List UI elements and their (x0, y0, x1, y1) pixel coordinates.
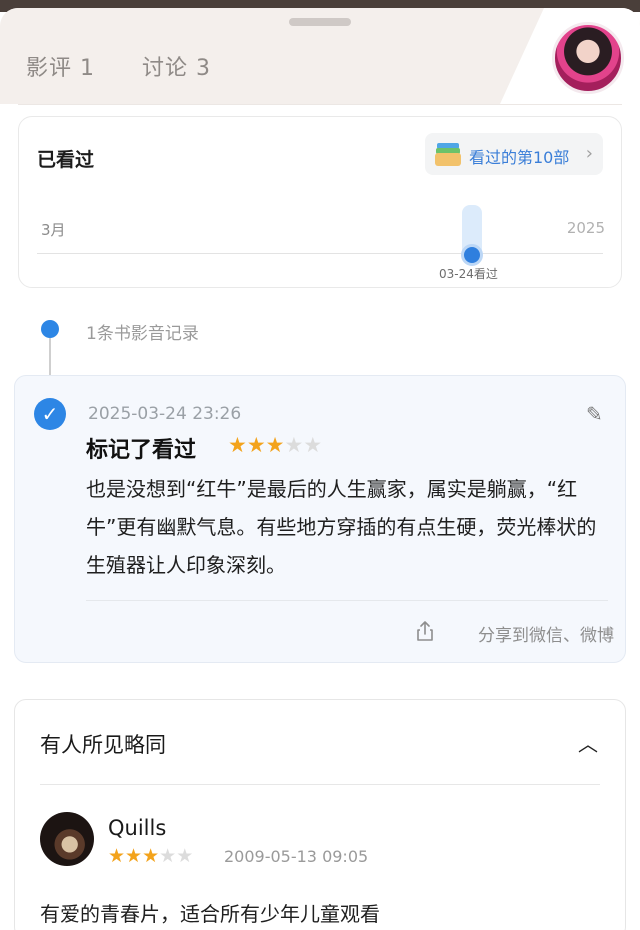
timeline-end-label: 2025 (566, 219, 605, 237)
sheet-drag-handle[interactable] (289, 18, 351, 26)
user-avatar[interactable] (552, 22, 624, 94)
timeline-marker-dot[interactable] (461, 244, 483, 266)
share-button[interactable]: 分享到微信、微博 (478, 621, 614, 646)
review-time: 2009-05-13 09:05 (224, 847, 369, 866)
star-filled-icon: ★ (246, 433, 266, 457)
review-comment: 有爱的青春片，适合所有少年儿童观看 (40, 902, 380, 926)
watched-card: 已看过 看过的第10部 › 3月 2025 03-24看过 (18, 116, 622, 288)
star-empty-icon: ★ (159, 845, 177, 867)
tab-reviews[interactable]: 影评 1 (26, 50, 95, 82)
record-timestamp: 2025-03-24 23:26 (88, 404, 242, 424)
tab-discussions[interactable]: 讨论 3 (142, 50, 211, 82)
timeline-marker-label: 03-24看过 (439, 267, 498, 281)
share-icon[interactable] (415, 620, 435, 642)
timeline-axis (37, 253, 603, 254)
watched-count-badge[interactable]: 看过的第10部 › (425, 133, 603, 175)
divider (18, 104, 622, 105)
check-icon: ✓ (34, 398, 66, 430)
record-count-label: 1条书影音记录 (86, 324, 199, 344)
timeline-dot (41, 320, 59, 338)
star-empty-icon: ★ (284, 433, 304, 457)
timeline-start-label: 3月 (41, 221, 66, 239)
divider (86, 600, 608, 601)
watched-count-label: 看过的第10部 (469, 148, 570, 167)
chevron-right-icon: › (585, 143, 593, 164)
chevron-up-icon[interactable]: ︿ (578, 728, 598, 757)
record-rating: ★★★★★ (228, 433, 322, 457)
star-empty-icon: ★ (303, 433, 323, 457)
star-filled-icon: ★ (125, 845, 143, 867)
similar-title: 有人所见略同 (40, 733, 166, 757)
reviewer-name[interactable]: Quills (108, 816, 166, 840)
reviewer-rating: ★★★★★ (108, 845, 193, 867)
star-filled-icon: ★ (228, 433, 247, 457)
film-stack-icon (435, 141, 461, 167)
star-filled-icon: ★ (265, 433, 285, 457)
watched-title: 已看过 (37, 149, 95, 171)
edit-pencil-icon[interactable]: ✎ (586, 402, 603, 426)
star-filled-icon: ★ (142, 845, 160, 867)
star-empty-icon: ★ (176, 845, 194, 867)
record-title: 标记了看过 (86, 438, 197, 463)
record-body: 也是没想到“红牛”是最后的人生赢家，属实是躺赢，“红牛”更有幽默气息。有些地方穿… (86, 477, 597, 577)
divider (40, 784, 600, 785)
star-filled-icon: ★ (108, 845, 126, 867)
reviewer-avatar[interactable] (40, 812, 94, 866)
